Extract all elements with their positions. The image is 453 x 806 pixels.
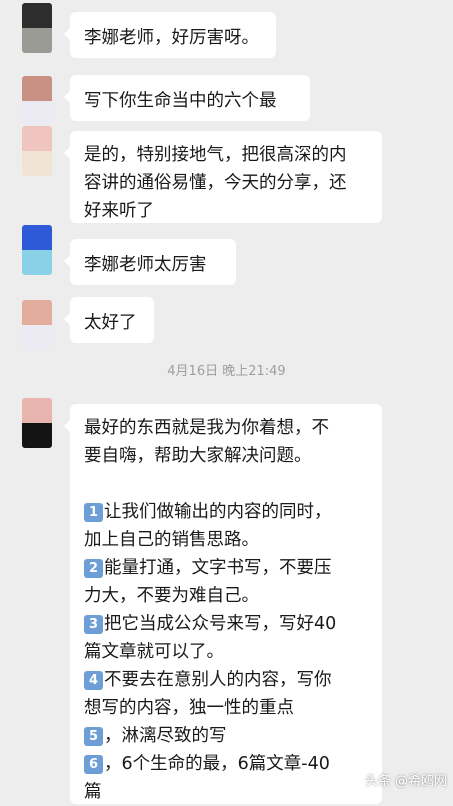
- avatar-bottom-block: [22, 250, 52, 275]
- list-item: 2 能量打通，文字书写，不要压: [84, 554, 368, 582]
- list-item: 3 把它当成公众号来写，写好40: [84, 610, 368, 638]
- message-line: 是的，特别接地气，把很高深的内: [84, 145, 347, 165]
- avatar[interactable]: [22, 225, 52, 275]
- message-line: 容讲的通俗易懂，今天的分享，还: [84, 173, 347, 193]
- avatar-bottom-block: [22, 28, 52, 53]
- list-item-continuation: 力大，不要为难自己。: [84, 586, 259, 606]
- message-line: 好来听了: [84, 201, 154, 221]
- message-line: 要自嗨，帮助大家解决问题。: [84, 446, 312, 466]
- list-item: 5 ，淋漓尽致的写: [84, 722, 368, 750]
- message-bubble[interactable]: 是的，特别接地气，把很高深的内 容讲的通俗易懂，今天的分享，还 好来听了: [64, 131, 382, 223]
- message-bubble[interactable]: 写下你生命当中的六个最: [64, 75, 310, 121]
- list-item-text: 让我们做输出的内容的同时，: [104, 502, 332, 522]
- message-text: 李娜老师太厉害: [84, 255, 207, 275]
- avatar-bottom-block: [22, 325, 52, 350]
- avatar[interactable]: [22, 3, 52, 53]
- message-text: 写下你生命当中的六个最: [84, 91, 277, 111]
- list-item-continuation: 想写的内容，独一性的重点: [84, 698, 294, 718]
- avatar-top-block: [22, 398, 52, 423]
- avatar-top-block: [22, 126, 52, 151]
- avatar-bottom-block: [22, 151, 52, 176]
- avatar-top-block: [22, 76, 52, 101]
- watermark: 头条 @希鸥网: [365, 770, 447, 789]
- list-item-text: 把它当成公众号来写，写好40: [104, 614, 337, 634]
- avatar[interactable]: [22, 76, 52, 126]
- keycap-number-icon: 4: [84, 671, 103, 690]
- avatar[interactable]: [22, 398, 52, 448]
- avatar[interactable]: [22, 126, 52, 176]
- list-item-text: ，淋漓尽致的写: [104, 726, 227, 746]
- message-bubble[interactable]: 太好了: [64, 297, 154, 343]
- keycap-number-icon: 6: [84, 755, 103, 774]
- list-item-text: ，6个生命的最，6篇文章-40: [104, 754, 330, 774]
- list-item-text: 能量打通，文字书写，不要压: [104, 558, 332, 578]
- message-text: 太好了: [84, 313, 137, 333]
- avatar[interactable]: [22, 300, 52, 350]
- keycap-number-icon: 2: [84, 559, 103, 578]
- timestamp: 4月16日 晚上21:49: [167, 364, 286, 379]
- keycap-number-icon: 3: [84, 615, 103, 634]
- list-item-continuation: 加上自己的销售思路。: [84, 530, 259, 550]
- avatar-bottom-block: [22, 101, 52, 126]
- watermark-text: 头条 @希鸥网: [364, 774, 447, 789]
- list-item-text: 不要去在意别人的内容，写你: [104, 670, 332, 690]
- message-bubble-long[interactable]: 最好的东西就是我为你着想，不 要自嗨，帮助大家解决问题。 1 让我们做输出的内容的…: [64, 404, 382, 804]
- message-line: 最好的东西就是我为你着想，不: [84, 418, 329, 438]
- avatar-bottom-block: [22, 423, 52, 448]
- avatar-top-block: [22, 300, 52, 325]
- list-item: 6 ，6个生命的最，6篇文章-40: [84, 750, 368, 778]
- list-item-continuation: 篇: [84, 782, 102, 802]
- list-item-continuation: 篇文章就可以了。: [84, 642, 224, 662]
- keycap-number-icon: 1: [84, 503, 103, 522]
- list-item: 1 让我们做输出的内容的同时，: [84, 498, 368, 526]
- avatar-top-block: [22, 3, 52, 28]
- list-item: 4 不要去在意别人的内容，写你: [84, 666, 368, 694]
- message-bubble[interactable]: 李娜老师太厉害: [64, 239, 236, 285]
- keycap-number-icon: 5: [84, 727, 103, 746]
- avatar-top-block: [22, 225, 52, 250]
- message-text: 李娜老师，好厉害呀。: [84, 28, 259, 48]
- message-bubble[interactable]: 李娜老师，好厉害呀。: [64, 12, 276, 58]
